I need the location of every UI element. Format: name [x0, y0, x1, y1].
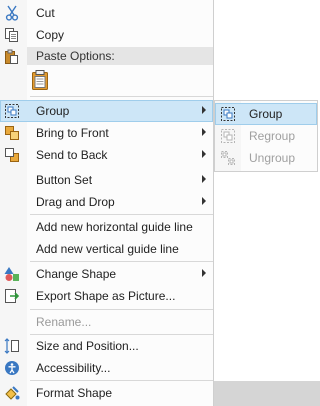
bring-front-icon [4, 125, 20, 141]
menu-item-drag-and-drop[interactable]: Drag and Drop [0, 191, 213, 213]
menu-item-export-shape[interactable]: Export Shape as Picture... [0, 285, 213, 307]
menu-item-format-shape[interactable]: Format Shape [0, 382, 213, 404]
paste-options-header: Paste Options: [27, 47, 213, 65]
separator [30, 309, 213, 310]
format-shape-icon [4, 385, 20, 401]
submenu-arrow-icon [202, 175, 206, 183]
menu-item-send-to-back[interactable]: Send to Back [0, 144, 213, 166]
separator [30, 96, 213, 97]
send-back-icon [4, 147, 20, 163]
ungroup-icon [220, 150, 236, 166]
menu-item-change-shape[interactable]: Change Shape [0, 263, 213, 285]
export-shape-label: Export Shape as Picture... [36, 289, 176, 303]
bring-to-front-label: Bring to Front [36, 126, 109, 140]
paste-keep-source-button[interactable] [30, 69, 50, 91]
shapes-icon [4, 266, 20, 282]
group-icon [220, 106, 236, 122]
submenu-arrow-icon [202, 197, 206, 205]
export-icon [4, 288, 20, 304]
regroup-icon [220, 128, 236, 144]
drag-and-drop-label: Drag and Drop [36, 195, 115, 209]
scissors-icon [4, 5, 20, 21]
button-set-label: Button Set [36, 173, 93, 187]
menu-item-accessibility[interactable]: Accessibility... [0, 357, 213, 379]
send-to-back-label: Send to Back [36, 148, 108, 162]
menu-item-group[interactable]: Group [0, 100, 213, 122]
menu-item-size-position[interactable]: Size and Position... [0, 335, 213, 357]
submenu-item-ungroup: Ungroup [215, 147, 317, 169]
group-label: Group [36, 104, 70, 118]
paste-icon [4, 49, 20, 65]
separator [30, 214, 213, 215]
group-icon [4, 103, 20, 119]
change-shape-label: Change Shape [36, 267, 117, 281]
group-submenu: Group Regroup Ungroup [214, 100, 318, 172]
separator [30, 261, 213, 262]
format-shape-label: Format Shape [36, 386, 113, 400]
accessibility-label: Accessibility... [36, 361, 111, 375]
separator [30, 380, 213, 381]
submenu-arrow-icon [202, 106, 206, 114]
accessibility-icon [4, 360, 20, 376]
menu-item-copy[interactable]: Copy [0, 24, 213, 46]
submenu-item-regroup: Regroup [215, 125, 317, 147]
menu-item-add-vertical-guide[interactable]: Add new vertical guide line [0, 238, 213, 260]
copy-icon [4, 27, 20, 43]
menu-item-button-set[interactable]: Button Set [0, 169, 213, 191]
submenu-item-group[interactable]: Group [215, 103, 317, 125]
cut-label: Cut [36, 6, 55, 20]
menu-item-cut[interactable]: Cut [0, 2, 213, 24]
submenu-arrow-icon [202, 269, 206, 277]
submenu-arrow-icon [202, 128, 206, 136]
menu-item-add-horizontal-guide[interactable]: Add new horizontal guide line [0, 216, 213, 238]
size-position-label: Size and Position... [36, 339, 139, 353]
submenu-arrow-icon [202, 150, 206, 158]
copy-label: Copy [36, 28, 65, 42]
menu-item-rename: Rename... [36, 315, 92, 329]
menu-item-bring-to-front[interactable]: Bring to Front [0, 122, 213, 144]
context-menu: Cut Copy Paste Options: Group Bring to F… [0, 0, 214, 406]
size-position-icon [4, 338, 20, 354]
